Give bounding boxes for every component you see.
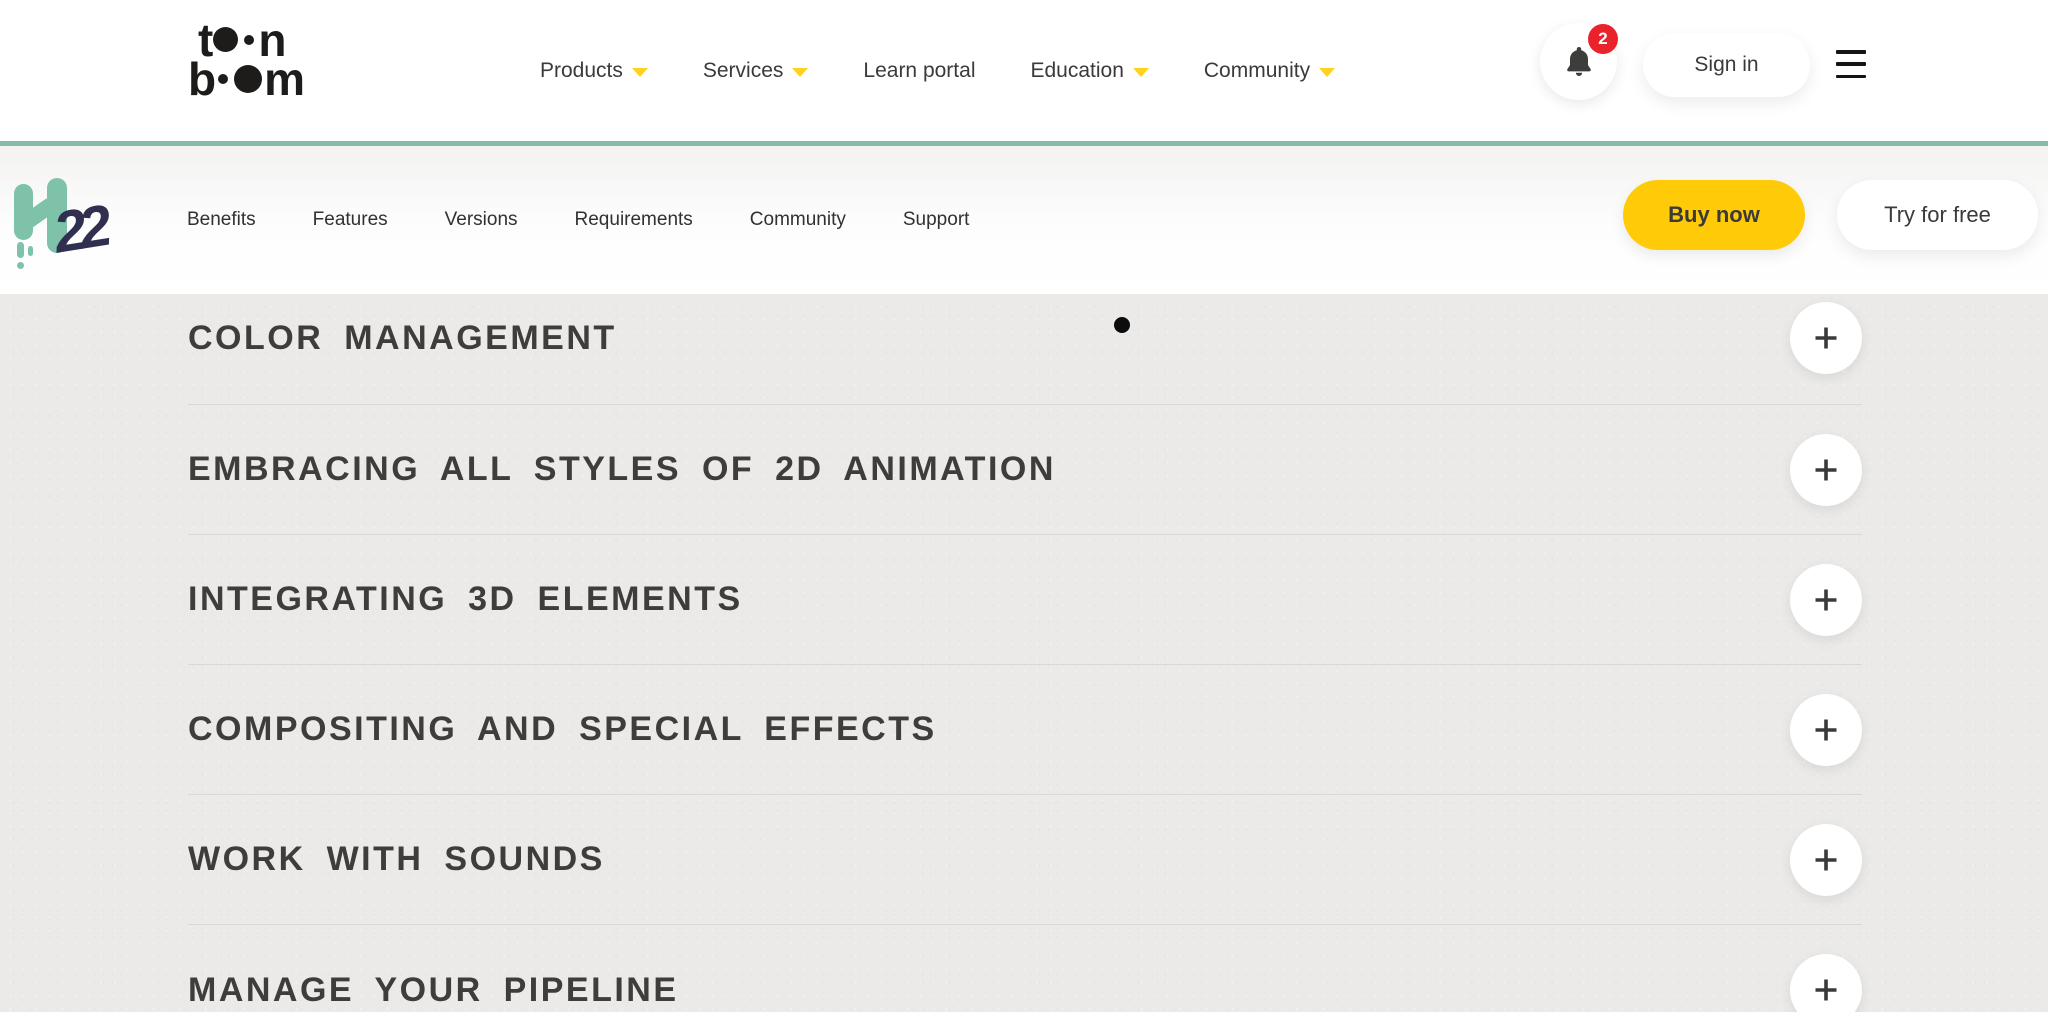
accordion-title: INTEGRATING 3D ELEMENTS [188, 580, 743, 619]
plus-icon [1810, 714, 1842, 746]
accordion-title: EMBRACING ALL STYLES OF 2D ANIMATION [188, 450, 1056, 489]
logo-dot-icon [244, 35, 254, 45]
nav-item-label: Community [1204, 59, 1310, 83]
try-for-free-button[interactable]: Try for free [1837, 180, 2038, 250]
plus-icon [1810, 454, 1842, 486]
accordion-list: COLOR MANAGEMENT EMBRACING ALL STYLES OF… [188, 294, 1862, 1012]
hamburger-bar [1836, 62, 1866, 66]
toonboom-logo[interactable]: t n b m [188, 20, 303, 98]
try-for-free-label: Try for free [1884, 202, 1991, 228]
nav-item-label: Products [540, 59, 623, 83]
logo-drip [28, 246, 33, 256]
hamburger-bar [1836, 50, 1866, 54]
expand-button[interactable] [1790, 434, 1862, 506]
accordion-row-3d-elements[interactable]: INTEGRATING 3D ELEMENTS [188, 535, 1862, 665]
logo-circle-icon [234, 65, 262, 93]
accordion-row-sounds[interactable]: WORK WITH SOUNDS [188, 795, 1862, 925]
harmony-22-logo[interactable]: 22 [14, 178, 126, 273]
chevron-down-icon [792, 68, 808, 77]
logo-letter-b: b [188, 61, 214, 97]
chevron-down-icon [632, 68, 648, 77]
logo-22-text: 22 [49, 192, 109, 266]
expand-button[interactable] [1790, 954, 1862, 1012]
product-subheader: 22 Benefits Features Versions Requiremen… [0, 146, 2048, 294]
main-nav: Products Services Learn portal Education… [540, 0, 1335, 141]
nav-item-community[interactable]: Community [1204, 59, 1335, 83]
plus-icon [1810, 322, 1842, 354]
accordion-title: WORK WITH SOUNDS [188, 840, 605, 879]
notification-count-badge: 2 [1588, 24, 1618, 54]
hamburger-bar [1836, 75, 1866, 79]
toonboom-logo-line2: b m [188, 59, 303, 98]
accordion-row-compositing[interactable]: COMPOSITING AND SPECIAL EFFECTS [188, 665, 1862, 795]
nav-item-label: Education [1030, 59, 1123, 83]
accordion-title: COLOR MANAGEMENT [188, 319, 617, 358]
nav-item-products[interactable]: Products [540, 59, 648, 83]
sign-in-label: Sign in [1694, 53, 1758, 77]
subnav-item-support[interactable]: Support [903, 209, 970, 231]
nav-item-label: Services [703, 59, 784, 83]
chevron-down-icon [1319, 68, 1335, 77]
subnav-item-benefits[interactable]: Benefits [187, 209, 256, 231]
plus-icon [1810, 584, 1842, 616]
expand-button[interactable] [1790, 824, 1862, 896]
sign-in-button[interactable]: Sign in [1643, 33, 1810, 97]
top-header: t n b m Products Services Learn [0, 0, 2048, 146]
logo-dot-icon [218, 74, 228, 84]
accordion-title: COMPOSITING AND SPECIAL EFFECTS [188, 710, 937, 749]
buy-now-label: Buy now [1668, 202, 1760, 228]
product-nav: Benefits Features Versions Requirements … [187, 146, 969, 294]
accordion-row-color-management[interactable]: COLOR MANAGEMENT [188, 294, 1862, 405]
logo-letter-m: m [264, 61, 303, 97]
buy-now-button[interactable]: Buy now [1623, 180, 1805, 250]
nav-item-label: Learn portal [863, 59, 975, 83]
plus-icon [1810, 844, 1842, 876]
expand-button[interactable] [1790, 694, 1862, 766]
chevron-down-icon [1133, 68, 1149, 77]
subnav-item-versions[interactable]: Versions [445, 209, 518, 231]
expand-button[interactable] [1790, 564, 1862, 636]
accordion-row-pipeline[interactable]: MANAGE YOUR PIPELINE [188, 925, 1862, 1012]
logo-drip [17, 242, 24, 258]
features-accordion-section: COLOR MANAGEMENT EMBRACING ALL STYLES OF… [0, 294, 2048, 1012]
notification-count: 2 [1598, 29, 1607, 49]
logo-drip [17, 262, 24, 269]
subnav-item-community[interactable]: Community [750, 209, 846, 231]
nav-item-education[interactable]: Education [1030, 59, 1148, 83]
logo-circle-icon [213, 27, 238, 52]
page: t n b m Products Services Learn [0, 0, 2048, 1012]
hamburger-menu-icon[interactable] [1836, 50, 1866, 78]
cursor-dot [1114, 317, 1130, 333]
nav-item-learn-portal[interactable]: Learn portal [863, 59, 975, 83]
subnav-item-features[interactable]: Features [313, 209, 388, 231]
plus-icon [1810, 974, 1842, 1006]
accordion-title: MANAGE YOUR PIPELINE [188, 971, 679, 1010]
accordion-row-embracing-2d[interactable]: EMBRACING ALL STYLES OF 2D ANIMATION [188, 405, 1862, 535]
subnav-item-requirements[interactable]: Requirements [575, 209, 693, 231]
expand-button[interactable] [1790, 302, 1862, 374]
nav-item-services[interactable]: Services [703, 59, 809, 83]
